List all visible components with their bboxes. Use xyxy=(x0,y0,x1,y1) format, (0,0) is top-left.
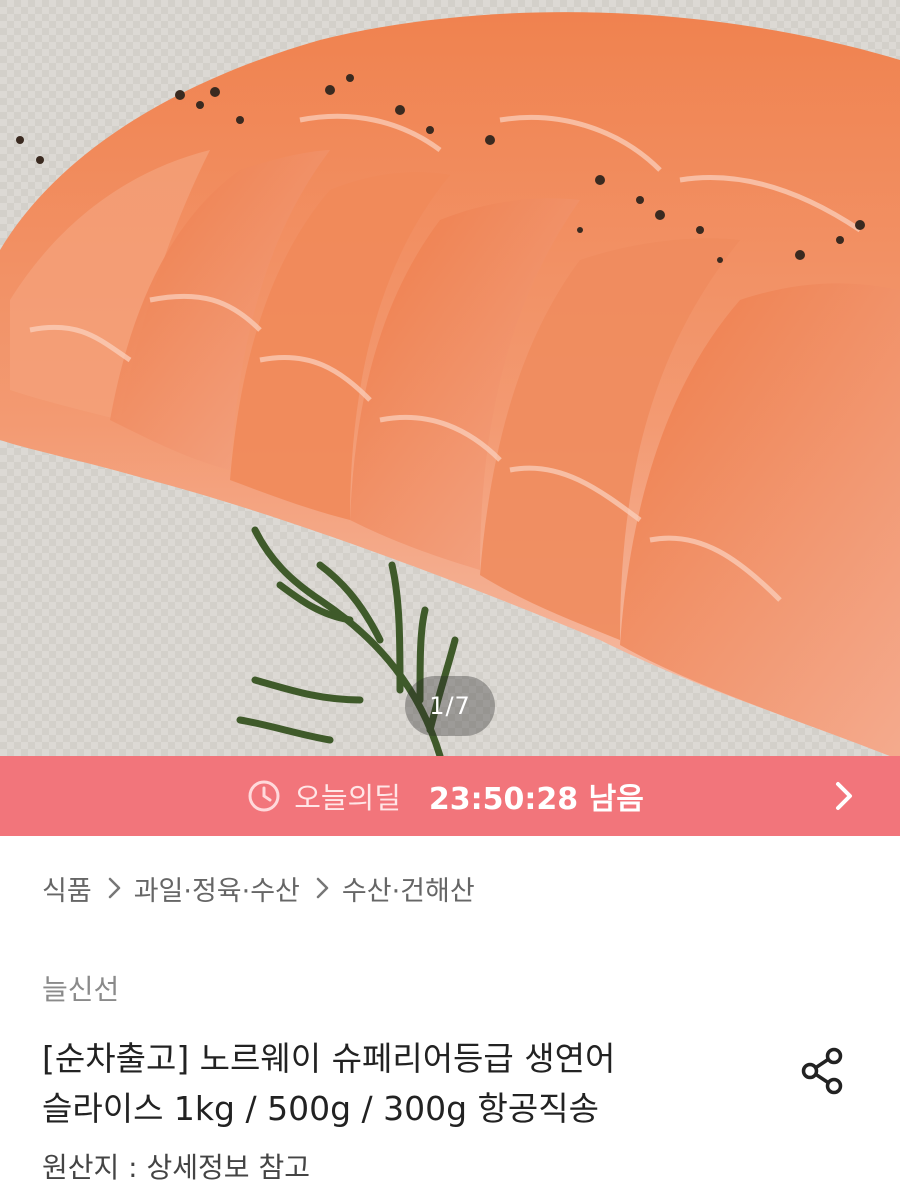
breadcrumb: 식품 과일·정육·수산 수산·건해산 xyxy=(42,864,475,912)
seller-name[interactable]: 늘신선 xyxy=(42,968,119,1008)
product-title-line-1: [순차출고] 노르웨이 슈페리어등급 생연어 xyxy=(42,1039,616,1078)
deal-countdown: 23:50:28 남음 xyxy=(428,782,644,817)
product-image-carousel[interactable]: 1/7 xyxy=(0,0,900,756)
chevron-right-icon[interactable] xyxy=(826,778,862,814)
origin-info: 원산지 : 상세정보 참고 xyxy=(42,1151,310,1184)
breadcrumb-item-seafood-dried[interactable]: 수산·건해산 xyxy=(342,869,475,908)
clock-icon xyxy=(248,780,280,812)
deal-label: 오늘의딜 xyxy=(294,781,401,815)
today-deal-bar[interactable]: 오늘의딜 23:50:28 남음 xyxy=(0,756,900,836)
image-pager: 1/7 xyxy=(405,676,495,736)
chevron-right-icon xyxy=(316,877,329,899)
share-icon[interactable] xyxy=(796,1044,850,1098)
product-title-line-2: 슬라이스 1kg / 500g / 300g 항공직송 xyxy=(42,1089,599,1128)
product-title: [순차출고] 노르웨이 슈페리어등급 생연어 슬라이스 1kg / 500g /… xyxy=(42,1034,762,1134)
chevron-right-icon xyxy=(108,877,120,899)
breadcrumb-item-fruit-meat-seafood[interactable]: 과일·정육·수산 xyxy=(134,869,300,908)
salmon-photo xyxy=(0,0,900,756)
breadcrumb-item-food[interactable]: 식품 xyxy=(42,869,92,908)
